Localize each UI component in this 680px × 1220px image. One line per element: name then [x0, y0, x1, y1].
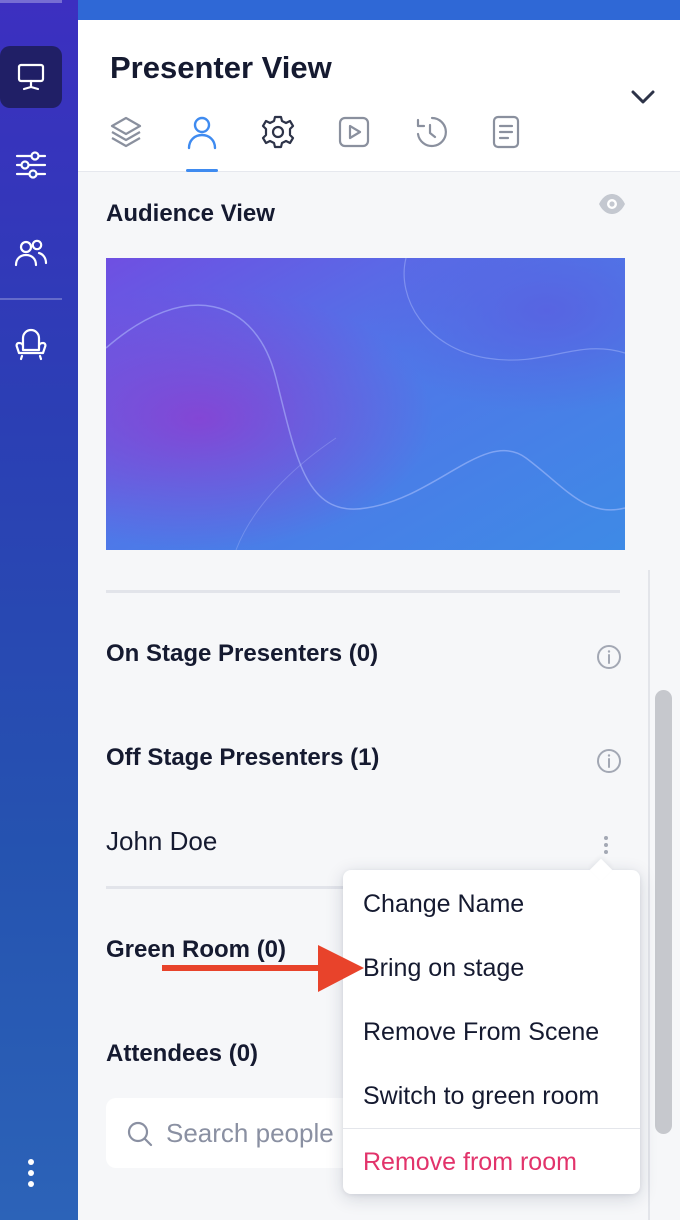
left-rail: [0, 0, 78, 1220]
tab-presenters[interactable]: [180, 112, 224, 172]
rail-item-more[interactable]: [0, 1142, 62, 1204]
presenter-options-button[interactable]: [600, 834, 612, 858]
menu-divider: [343, 1128, 640, 1129]
rail-top-divider: [0, 0, 62, 3]
annotation-arrow-icon: [162, 945, 364, 992]
page-title: Presenter View: [110, 50, 332, 85]
presenter-context-menu: Change Name Bring on stage Remove From S…: [343, 858, 640, 1194]
green-room-icon: [15, 328, 47, 361]
tab-media[interactable]: [332, 112, 376, 172]
eye-icon: [599, 194, 625, 214]
presenter-name: John Doe: [106, 826, 218, 856]
history-icon: [416, 116, 447, 148]
tab-notes[interactable]: [484, 112, 528, 172]
people-icon: [14, 239, 48, 267]
scroll-track: [648, 570, 650, 1220]
kebab-icon: [604, 836, 608, 854]
chevron-down-icon: [631, 90, 655, 104]
scrollbar-thumb[interactable]: [655, 690, 672, 1134]
audience-view-title: Audience View: [106, 200, 275, 227]
on-stage-info-button[interactable]: [596, 644, 622, 670]
info-icon: [597, 749, 621, 773]
sliders-icon: [15, 151, 47, 179]
off-stage-title: Off Stage Presenters (1): [106, 744, 380, 771]
gear-icon: [261, 115, 295, 149]
rail-item-settings[interactable]: [0, 134, 62, 196]
on-stage-title: On Stage Presenters (0): [106, 640, 379, 667]
collapse-button[interactable]: [628, 82, 658, 112]
menu-item-switch-to-green-room[interactable]: Switch to green room: [363, 1082, 599, 1111]
toggle-audience-view[interactable]: [598, 192, 626, 221]
menu-item-remove-from-scene[interactable]: Remove From Scene: [363, 1018, 599, 1047]
menu-item-remove-from-room[interactable]: Remove from room: [363, 1148, 577, 1177]
person-icon: [187, 116, 217, 150]
rail-divider: [0, 298, 62, 300]
tab-history[interactable]: [408, 112, 452, 172]
off-stage-info-button[interactable]: [596, 748, 622, 774]
panel-header: Presenter View: [78, 20, 680, 172]
play-icon: [338, 116, 370, 148]
presenter-icon: [17, 63, 45, 91]
audience-preview-background: [106, 258, 625, 550]
tab-settings[interactable]: [256, 112, 300, 172]
rail-item-presenter[interactable]: [0, 46, 62, 108]
rail-item-people[interactable]: [0, 222, 62, 284]
more-icon: [28, 1159, 34, 1187]
section-divider: [106, 590, 620, 593]
top-accent-strip: [78, 0, 680, 20]
audience-preview: [106, 258, 625, 550]
menu-item-bring-on-stage[interactable]: Bring on stage: [363, 954, 524, 983]
info-icon: [597, 645, 621, 669]
notes-icon: [492, 115, 520, 149]
tab-layers[interactable]: [104, 112, 148, 172]
menu-item-change-name[interactable]: Change Name: [363, 890, 524, 919]
attendees-title: Attendees (0): [106, 1040, 259, 1067]
search-icon: [127, 1121, 153, 1147]
layers-icon: [110, 116, 142, 148]
rail-item-green-room[interactable]: [0, 314, 62, 376]
